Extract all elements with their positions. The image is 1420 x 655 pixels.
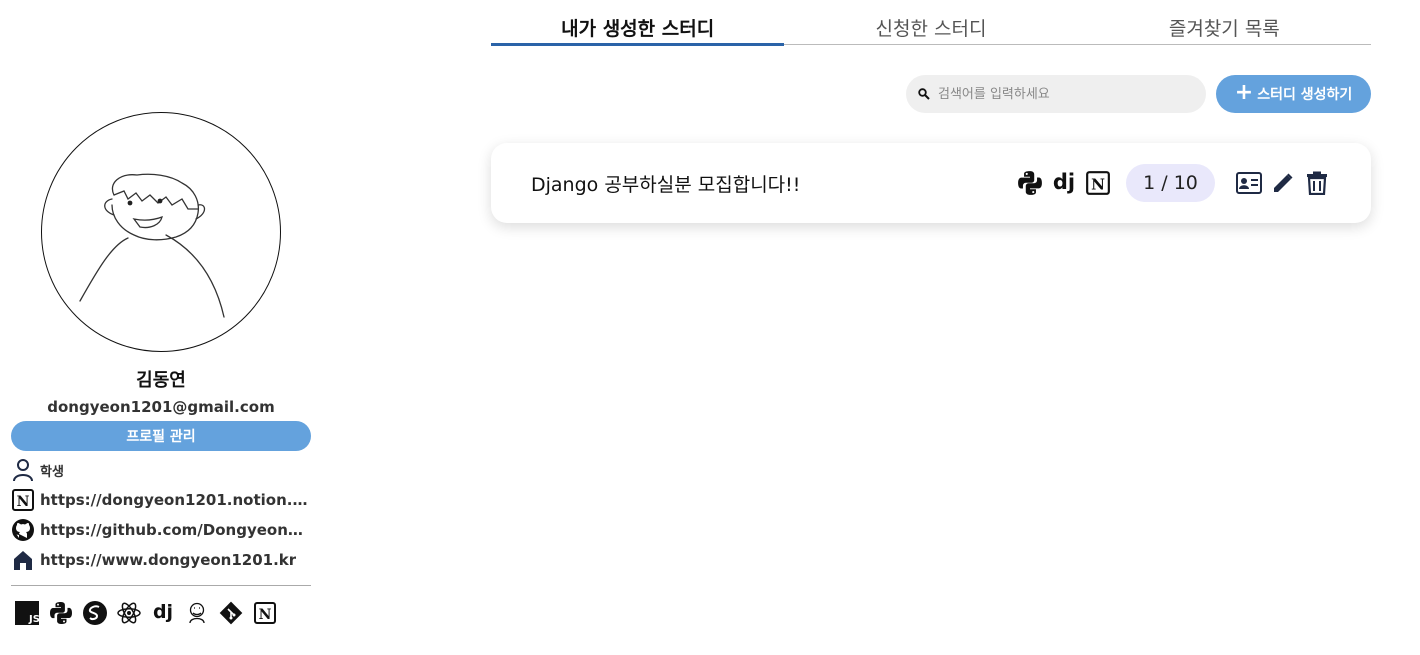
notion-link[interactable]: https://dongyeon1201.notion.site… xyxy=(40,491,311,509)
tech-stack: JS dj N xyxy=(15,600,277,626)
create-study-button[interactable]: + 스터디 생성하기 xyxy=(1216,75,1371,113)
git-icon xyxy=(219,600,243,626)
tab-applied-studies[interactable]: 신청한 스터디 xyxy=(784,0,1077,44)
study-tabs: 내가 생성한 스터디 신청한 스터디 즐겨찾기 목록 xyxy=(491,0,1371,46)
tab-created-studies[interactable]: 내가 생성한 스터디 xyxy=(491,0,785,46)
notion-link-row[interactable]: N https://dongyeon1201.notion.site… xyxy=(11,487,311,513)
github-link[interactable]: https://github.com/Dongyeon1201 xyxy=(40,521,311,539)
svg-text:dj: dj xyxy=(1053,170,1075,194)
study-card-tools: dj N 1 / 10 xyxy=(1010,164,1331,202)
delete-icon[interactable] xyxy=(1303,169,1331,197)
notion-icon: N xyxy=(253,600,277,626)
search-input[interactable] xyxy=(938,86,1178,102)
create-study-label: 스터디 생성하기 xyxy=(1257,87,1353,103)
homepage-link[interactable]: https://www.dongyeon1201.kr xyxy=(40,551,296,569)
profile-manage-button[interactable]: 프로필 관리 xyxy=(11,421,311,451)
django-icon: dj xyxy=(1050,169,1078,197)
study-card[interactable]: Django 공부하실분 모집합니다!! dj N 1 / 10 xyxy=(491,143,1371,223)
study-title[interactable]: Django 공부하실분 모집합니다!! xyxy=(531,170,1010,197)
profile-name: 김동연 xyxy=(136,370,186,391)
svg-text:dj: dj xyxy=(153,601,173,623)
svg-text:N: N xyxy=(17,494,30,510)
member-card-icon[interactable] xyxy=(1235,169,1263,197)
python-icon xyxy=(49,600,73,626)
django-icon: dj xyxy=(151,600,175,626)
plus-icon: + xyxy=(1234,80,1254,105)
role-row: 학생 xyxy=(11,457,311,483)
javascript-icon: JS xyxy=(15,600,39,626)
svg-text:JS: JS xyxy=(28,614,39,625)
profile-email: dongyeon1201@gmail.com xyxy=(47,398,275,416)
role-text: 학생 xyxy=(40,464,64,480)
user-icon xyxy=(11,458,35,482)
python-icon xyxy=(1016,169,1044,197)
notion-icon: N xyxy=(1084,169,1112,197)
sass-icon xyxy=(83,600,107,626)
react-icon xyxy=(117,600,141,626)
profile-sidebar: 김동연 dongyeon1201@gmail.com 프로필 관리 학생 N h… xyxy=(11,0,311,655)
tab-favorites[interactable]: 즐겨찾기 목록 xyxy=(1078,0,1371,44)
avatar xyxy=(41,112,281,352)
member-count-badge: 1 / 10 xyxy=(1126,164,1215,202)
search-icon xyxy=(918,85,930,104)
edit-icon[interactable] xyxy=(1269,169,1297,197)
github-link-row[interactable]: https://github.com/Dongyeon1201 xyxy=(11,517,311,543)
svg-text:N: N xyxy=(259,607,272,623)
github-icon xyxy=(11,518,35,542)
sidebar-divider xyxy=(11,585,311,586)
search-bar[interactable] xyxy=(906,75,1206,113)
notion-icon: N xyxy=(11,488,35,512)
avatar-drawing xyxy=(79,173,225,318)
svg-text:N: N xyxy=(1091,176,1105,194)
homepage-link-row[interactable]: https://www.dongyeon1201.kr xyxy=(11,547,311,573)
jenkins-icon xyxy=(185,600,209,626)
home-icon xyxy=(11,548,35,572)
